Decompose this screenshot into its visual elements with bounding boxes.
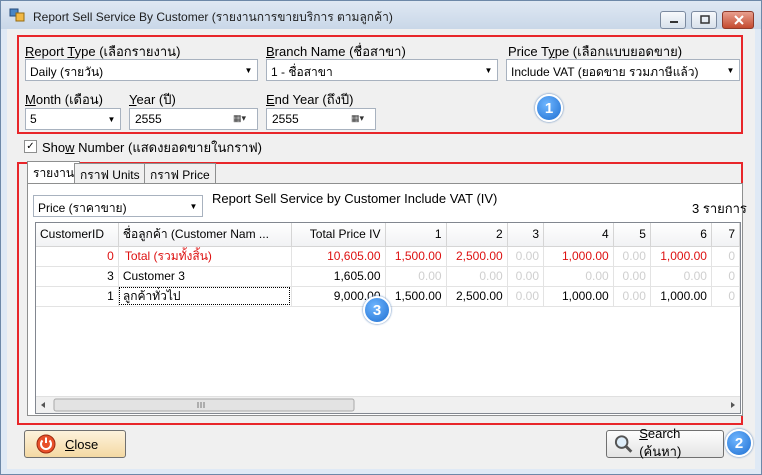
grid-cell: 0.00 — [613, 246, 651, 267]
tab-graph-price[interactable]: กราฟ Price — [144, 163, 216, 183]
column-header[interactable]: 1 — [385, 223, 447, 247]
branch-select[interactable]: 1 - ชื่อสาขา ▼ — [266, 59, 498, 81]
year-label: Year (ปี) — [129, 92, 176, 107]
grid-cell: 0 — [711, 286, 740, 307]
table-row[interactable]: 3 Customer 3 1,605.00 0.00 0.00 0.00 0.0… — [36, 266, 740, 287]
grid-cell: 0 — [711, 266, 740, 287]
end-year-picker[interactable]: 2555 ▦▾ — [266, 108, 376, 130]
search-button[interactable]: Search (ค้นหา) — [606, 426, 724, 459]
grid-cell: 1,000.00 — [543, 246, 614, 267]
grid-cell-selected[interactable]: ลูกค้าทั่วไป — [118, 286, 292, 307]
report-type-select[interactable]: Daily (รายวัน) ▼ — [25, 59, 258, 81]
grid-cell: 0.00 — [650, 266, 712, 287]
chevron-down-icon: ▼ — [189, 201, 198, 211]
badge-2: 2 — [725, 429, 753, 457]
grid-cell: 1,000.00 — [543, 286, 614, 307]
app-window: Report Sell Service By Customer (รายงานก… — [0, 0, 762, 475]
calendar-icon[interactable]: ▦▾ — [233, 113, 251, 126]
grid-cell: 1 — [36, 286, 119, 307]
column-header[interactable]: 5 — [613, 223, 651, 247]
column-header[interactable]: Total Price IV — [291, 223, 386, 247]
search-button-label: Search (ค้นหา) — [639, 426, 682, 459]
grid-cell: 10,605.00 — [291, 246, 386, 267]
window-title: Report Sell Service By Customer (รายงานก… — [33, 10, 393, 24]
grid-cell: 1,500.00 — [385, 286, 447, 307]
grid-cell: 2,500.00 — [446, 286, 508, 307]
grid-cell: 0.00 — [543, 266, 614, 287]
maximize-icon — [700, 15, 710, 24]
column-header[interactable]: 3 — [507, 223, 545, 247]
grid-cell: 0.00 — [613, 286, 651, 307]
maximize-button[interactable] — [691, 11, 717, 29]
badge-1: 1 — [535, 94, 563, 122]
show-number-label: Show Number (แสดงยอดขายในกราฟ) — [42, 140, 263, 155]
chevron-down-icon: ▼ — [107, 114, 116, 124]
dialog-body: Report Type (เลือกรายงาน) Daily (รายวัน)… — [7, 29, 755, 469]
horizontal-scrollbar[interactable] — [36, 396, 740, 413]
calendar-icon[interactable]: ▦▾ — [351, 113, 369, 126]
grid-header-row: CustomerID ชื่อลูกค้า (Customer Nam ... … — [36, 223, 740, 247]
grid-cell: 1,605.00 — [291, 266, 386, 287]
grid-cell: Customer 3 — [118, 266, 292, 287]
grid-cell: 0.00 — [507, 266, 545, 287]
grid-cell: 0.00 — [507, 286, 545, 307]
grid-cell: 0.00 — [446, 266, 508, 287]
grid-cell: 3 — [36, 266, 119, 287]
price-type-select[interactable]: Include VAT (ยอดขาย รวมภาษีแล้ว) ▼ — [506, 59, 740, 81]
tab-graph-units[interactable]: กราฟ Units — [74, 163, 146, 183]
column-header[interactable]: 6 — [650, 223, 712, 247]
record-count: 3 รายการ — [692, 201, 747, 216]
show-number-checkbox[interactable]: ✓ — [24, 140, 37, 153]
app-icon — [9, 8, 25, 22]
close-button-label: Close — [65, 436, 99, 452]
minimize-button[interactable] — [660, 11, 686, 29]
column-header[interactable]: 4 — [543, 223, 614, 247]
month-label: Month (เดือน) — [25, 92, 103, 107]
grid-cell: 0.00 — [385, 266, 447, 287]
year-picker[interactable]: 2555 ▦▾ — [129, 108, 258, 130]
scrollbar-graphic — [41, 398, 735, 412]
chevron-down-icon: ▼ — [726, 65, 735, 75]
column-header[interactable]: CustomerID — [36, 223, 119, 247]
column-header[interactable]: 7 — [711, 223, 740, 247]
grid-cell: 1,000.00 — [650, 286, 712, 307]
report-title: Report Sell Service by Customer Include … — [212, 191, 498, 206]
price-mode-select[interactable]: Price (ราคาขาย) ▼ — [33, 195, 203, 217]
column-header[interactable]: 2 — [446, 223, 508, 247]
title-bar: Report Sell Service By Customer (รายงานก… — [1, 1, 761, 29]
chevron-down-icon: ▼ — [484, 65, 493, 75]
grid-cell: 0.00 — [613, 266, 651, 287]
badge-3: 3 — [363, 296, 391, 324]
power-icon — [36, 434, 56, 454]
close-button[interactable]: Close — [24, 430, 126, 458]
grid-cell: 2,500.00 — [446, 246, 508, 267]
grid-cell: 1,500.00 — [385, 246, 447, 267]
close-window-button[interactable] — [722, 11, 754, 29]
column-header[interactable]: ชื่อลูกค้า (Customer Nam ... — [118, 223, 292, 247]
grid-cell: Total (รวมทั้งสิ้น) — [118, 246, 292, 267]
minimize-icon — [670, 21, 678, 23]
magnifier-icon — [614, 435, 633, 453]
end-year-label: End Year (ถึงปี) — [266, 92, 354, 107]
month-select[interactable]: 5 ▼ — [25, 108, 121, 130]
grid-cell: 1,000.00 — [650, 246, 712, 267]
close-icon — [734, 15, 744, 25]
chevron-down-icon: ▼ — [244, 65, 253, 75]
grid-cell: 0 — [711, 246, 740, 267]
grid-cell: 0 — [36, 246, 119, 267]
table-row[interactable]: 0 Total (รวมทั้งสิ้น) 10,605.00 1,500.00… — [36, 246, 740, 267]
tab-report[interactable]: รายงาน — [27, 161, 81, 183]
grid-cell: 0.00 — [507, 246, 545, 267]
